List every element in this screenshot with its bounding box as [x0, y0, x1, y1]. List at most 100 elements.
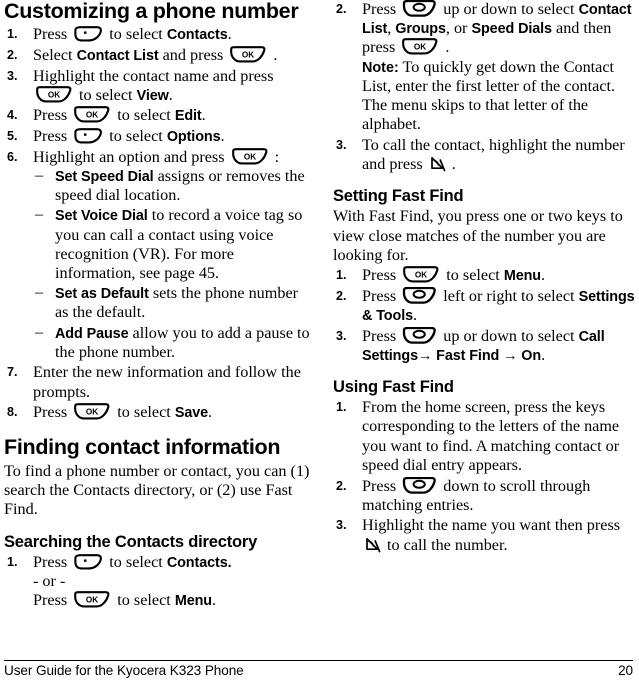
alternative-separator: - or -: [33, 571, 66, 590]
option-item: – Set Speed Dial assigns or removes the s…: [33, 166, 310, 205]
step-number: 5.: [7, 129, 18, 144]
note-text: To quickly get down the Contact List, en…: [362, 57, 616, 134]
svg-text:OK: OK: [243, 152, 255, 161]
ui-term: Set Speed Dial: [55, 169, 154, 186]
step-text: Press up or down to select Contact List,…: [362, 0, 632, 57]
step-number: 2.: [336, 478, 347, 493]
option-item: – Add Pause allow you to add a pause to t…: [33, 322, 310, 362]
step-text: Press OK to select Menu.: [362, 266, 546, 285]
step-text: Select Contact List and press OK .: [33, 45, 278, 64]
step-text: Press to select Contacts.: [33, 25, 232, 44]
note-label: Note:: [362, 59, 399, 76]
left-soft-key-icon: [73, 128, 103, 144]
ok-key-icon: OK: [229, 46, 267, 63]
step-text: Press to select Options.: [33, 127, 225, 146]
navigation-key-icon: [402, 326, 437, 344]
step-item: 1. Press to select Contacts. - or - Press O…: [4, 553, 310, 611]
ui-term: Set Voice Dial: [55, 208, 148, 225]
option-text: Add Pause allow you to add a pause to th…: [55, 323, 310, 361]
page-title: Customizing a phone number: [4, 0, 299, 23]
left-soft-key-icon: [73, 26, 103, 42]
step-item: 1. Press to select Contacts.: [4, 25, 310, 44]
dash-bullet-icon: –: [35, 205, 44, 224]
step-number: 2.: [7, 47, 18, 62]
finding-contact-information-heading: Finding contact information: [4, 435, 281, 460]
option-text: Set as Default sets the phone number as …: [55, 284, 299, 322]
step-item: 2. Select Contact List and press OK .: [4, 46, 310, 65]
ok-key-icon: OK: [73, 106, 111, 123]
step-item: 3. To call the contact, highlight the num…: [333, 136, 639, 174]
dash-bullet-icon: –: [35, 322, 44, 341]
ui-term: Contacts.: [166, 554, 232, 571]
right-column: 2. Press up or down to select Contact Lis…: [333, 0, 639, 556]
step-text: Press to select Contacts.: [33, 552, 232, 571]
step-item: 3. Highlight the name you want then press…: [333, 516, 639, 554]
option-item: – Set as Default sets the phone number as…: [33, 283, 310, 322]
ui-term: Menu: [503, 268, 541, 285]
ui-term: Contacts: [166, 27, 228, 44]
step-item: 2. Press up or down to select Contact Lis…: [333, 0, 639, 134]
step-text-alternative: Press OK to select Menu.: [33, 591, 217, 610]
step-item: 7. Enter the new information and follow t…: [4, 363, 310, 401]
ok-key-icon: OK: [73, 591, 111, 608]
option-text: Set Voice Dial to record a voice tag so …: [55, 206, 303, 282]
navigation-key-icon: [402, 476, 437, 494]
step-number: 3.: [7, 68, 18, 83]
page-footer: User Guide for the Kyocera K323 Phone 20: [4, 660, 633, 684]
step-text: Press OK to select Save.: [33, 403, 213, 422]
step-text: Enter the new information and follow the…: [33, 363, 301, 401]
ui-term: Speed Dials: [471, 21, 552, 38]
customizing-steps-list: 1. Press to select Contacts. 2. Select Cont…: [4, 25, 310, 422]
ui-term: Call Settings→ Fast Find → On: [362, 328, 605, 364]
step-item: 6. Highlight an option and press OK : – Set…: [4, 148, 310, 362]
ui-term: Options: [166, 129, 221, 146]
dash-bullet-icon: –: [35, 166, 44, 185]
ui-term: Add Pause: [55, 325, 129, 342]
svg-text:OK: OK: [86, 408, 98, 417]
step-number: 4.: [7, 108, 18, 123]
step-item: 3. Press up or down to select Call Settin…: [333, 326, 639, 365]
step-item: 8. Press OK to select Save.: [4, 403, 310, 422]
step-number: 1.: [336, 268, 347, 283]
ui-term: Save: [174, 405, 209, 422]
step-number: 8.: [7, 405, 18, 420]
ok-key-icon: OK: [231, 147, 269, 165]
navigation-key-icon: [402, 286, 437, 304]
step-item: 1. From the home screen, press the keys c…: [333, 398, 639, 475]
setting-fast-find-steps-list: 1. Press OK to select Menu. 2. Press left o…: [333, 266, 639, 365]
step-text: Highlight an option and press OK :: [33, 147, 280, 166]
dash-bullet-icon: –: [35, 283, 44, 302]
ok-key-icon: OK: [402, 266, 440, 283]
step-text: Highlight the contact name and press OK …: [33, 66, 274, 104]
step-number: 3.: [336, 518, 347, 533]
ui-term: Menu: [174, 593, 212, 610]
step-item: 2. Press down to scroll through matching …: [333, 476, 639, 515]
navigation-key-icon: [402, 0, 437, 17]
manual-page: Customizing a phone number 1. Press to se…: [0, 0, 639, 690]
note-block: Note: To quickly get down the Contact Li…: [362, 58, 639, 135]
ok-key-icon: OK: [73, 403, 111, 420]
svg-text:OK: OK: [86, 111, 98, 120]
option-item: – Set Voice Dial to record a voice tag so…: [33, 205, 310, 283]
step-number: 2.: [336, 288, 347, 303]
searching-contacts-directory-heading: Searching the Contacts directory: [4, 532, 258, 551]
ui-term: Edit: [174, 108, 202, 125]
svg-text:OK: OK: [415, 271, 427, 280]
step-text: Press left or right to select Settings &…: [362, 286, 635, 325]
step-number: 1.: [7, 27, 18, 42]
finding-contact-information-body: To find a phone number or contact, you c…: [4, 461, 310, 519]
option-text: Set Speed Dial assigns or removes the sp…: [55, 167, 305, 205]
svg-text:OK: OK: [414, 43, 426, 52]
footer-page-number: 20: [618, 663, 633, 678]
step-text: Press OK to select Edit.: [33, 106, 206, 125]
ui-term: Set as Default: [55, 286, 149, 303]
left-column: Customizing a phone number 1. Press to se…: [4, 0, 310, 612]
ui-term: View: [136, 87, 169, 104]
step-text: Highlight the name you want then press t…: [362, 516, 621, 554]
ui-term: Contact List: [76, 47, 159, 64]
ok-key-icon: OK: [401, 38, 439, 55]
left-soft-key-icon: [73, 553, 103, 570]
two-column-body: Customizing a phone number 1. Press to se…: [0, 0, 639, 660]
step-number: 1.: [336, 400, 347, 415]
option-sublist: – Set Speed Dial assigns or removes the s…: [33, 166, 310, 362]
